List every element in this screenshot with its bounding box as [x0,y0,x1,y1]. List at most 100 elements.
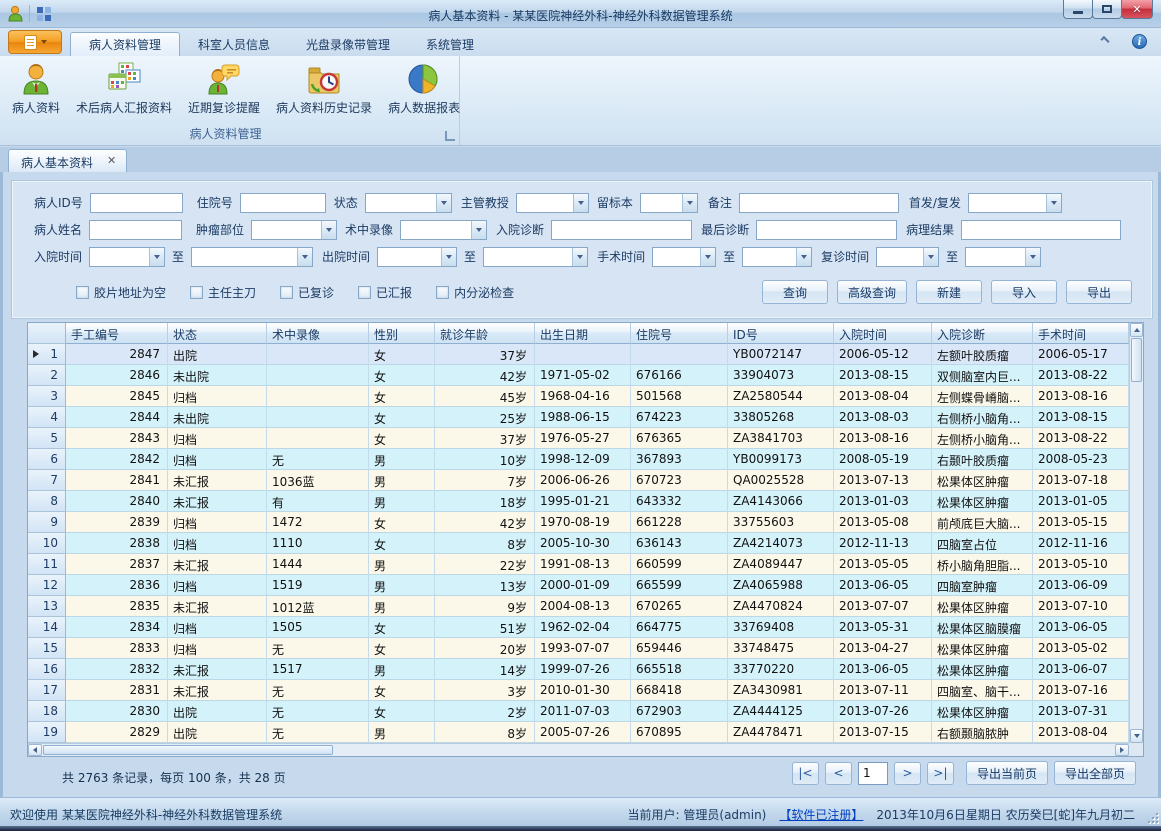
vertical-scrollbar[interactable] [1129,323,1143,743]
about-info-icon[interactable]: i [1132,34,1147,49]
combo-dropdown-button[interactable] [682,194,697,212]
combo-dropdown-button[interactable] [297,248,312,266]
row-header[interactable]: 3 [28,386,66,407]
row-header[interactable]: 15 [28,638,66,659]
combo-dropdown-button[interactable] [796,248,811,266]
ribbon-button-1[interactable]: 病人资料 [4,59,68,119]
row-header[interactable]: 2 [28,365,66,386]
row-header[interactable]: 12 [28,575,66,596]
table-row[interactable]: 172831未汇报无女3岁2010-01-30668418ZA343098120… [28,680,1143,701]
filter-text-input[interactable] [240,193,326,213]
column-header[interactable]: 入院时间 [834,323,932,344]
column-header[interactable]: 出生日期 [535,323,631,344]
combo-dropdown-button[interactable] [436,194,451,212]
license-registered-link[interactable]: 【软件已注册】 [779,806,863,823]
filter-combo[interactable] [89,247,165,267]
combo-dropdown-button[interactable] [441,248,456,266]
column-header[interactable]: ID号 [728,323,834,344]
table-row[interactable]: 42844未出院女25岁1988-06-15674223338052682013… [28,407,1143,428]
ribbon-tab-1[interactable]: 病人资料管理 [70,32,180,56]
export-all-pages-button[interactable]: 导出全部页 [1054,761,1136,785]
query-button[interactable]: 查询 [762,280,828,304]
filter-combo[interactable] [516,193,589,213]
filter-text-input[interactable] [756,220,897,240]
combo-dropdown-button[interactable] [321,221,336,239]
row-header[interactable]: 5 [28,428,66,449]
table-row[interactable]: 192829出院无男8岁2005-07-26670895ZA4478471201… [28,722,1143,743]
table-row[interactable]: 62842归档无男10岁1998-12-09367893YB0099173200… [28,449,1143,470]
filter-text-input[interactable] [551,220,692,240]
resize-grip[interactable] [1146,811,1158,823]
filter-combo[interactable] [652,247,716,267]
page-number-input[interactable] [858,762,888,785]
row-header[interactable]: 6 [28,449,66,470]
filter-combo[interactable] [968,193,1062,213]
table-row[interactable]: 52843归档女37岁1976-05-27676365ZA38417032013… [28,428,1143,449]
row-header[interactable]: 11 [28,554,66,575]
row-header[interactable]: 18 [28,701,66,722]
column-header[interactable]: 性别 [369,323,435,344]
scroll-down-button[interactable] [1130,729,1143,743]
collapse-ribbon-icon[interactable] [1100,36,1109,45]
table-row[interactable]: 142834归档1505女51岁1962-02-0466477533769408… [28,617,1143,638]
checkbox-film-address-empty[interactable] [76,286,89,299]
row-header[interactable]: 1 [28,344,66,365]
checkbox-reported[interactable] [358,286,371,299]
export-current-page-button[interactable]: 导出当前页 [966,761,1048,785]
filter-combo[interactable] [640,193,698,213]
vertical-scroll-thumb[interactable] [1131,338,1142,382]
filter-combo[interactable] [483,247,588,267]
ribbon-button-3[interactable]: 近期复诊提醒 [180,59,268,119]
table-row[interactable]: 82840未汇报有男18岁1995-01-21643332ZA414306620… [28,491,1143,512]
table-row[interactable]: 72841未汇报1036蓝男7岁2006-06-26670723QA002552… [28,470,1143,491]
filter-combo[interactable] [965,247,1041,267]
table-row[interactable]: 152833归档无女20岁1993-07-0765944633748475201… [28,638,1143,659]
row-header[interactable]: 7 [28,470,66,491]
ribbon-button-5[interactable]: 病人数据报表 [380,59,468,119]
column-header[interactable]: 手工编号 [66,323,168,344]
table-row[interactable]: 32845归档女45岁1968-04-16501568ZA25805442013… [28,386,1143,407]
doc-tab-close-icon[interactable]: ✕ [107,154,116,172]
combo-dropdown-button[interactable] [700,248,715,266]
filter-combo[interactable] [377,247,457,267]
combo-dropdown-button[interactable] [572,248,587,266]
first-page-button[interactable]: |< [792,762,819,785]
filter-text-input[interactable] [961,220,1121,240]
table-row[interactable]: 162832未汇报1517男14岁1999-07-266655183377022… [28,659,1143,680]
row-header[interactable]: 10 [28,533,66,554]
combo-dropdown-button[interactable] [573,194,588,212]
row-header[interactable]: 16 [28,659,66,680]
minimize-button[interactable] [1063,0,1093,19]
combo-dropdown-button[interactable] [923,248,938,266]
scroll-up-button[interactable] [1130,323,1143,337]
checkbox-endocrine-exam[interactable] [436,286,449,299]
filter-combo[interactable] [876,247,939,267]
row-header[interactable]: 19 [28,722,66,743]
combo-dropdown-button[interactable] [1025,248,1040,266]
tab-patient-basic-info[interactable]: 病人基本资料 ✕ [8,149,127,172]
row-header[interactable]: 13 [28,596,66,617]
table-row[interactable]: 12847出院女37岁YB00721472006-05-12左额叶胶质瘤2006… [28,344,1143,365]
filter-combo[interactable] [251,220,337,240]
column-header[interactable]: 手术时间 [1033,323,1129,344]
last-page-button[interactable]: >| [927,762,954,785]
new-button[interactable]: 新建 [916,280,982,304]
next-page-button[interactable]: > [894,762,921,785]
combo-dropdown-button[interactable] [471,221,486,239]
filter-text-input[interactable] [739,193,899,213]
export-button[interactable]: 导出 [1066,280,1132,304]
filter-text-input[interactable] [90,193,183,213]
combo-dropdown-button[interactable] [149,248,164,266]
horizontal-scroll-thumb[interactable] [43,745,333,755]
ribbon-button-4[interactable]: 病人资料历史记录 [268,59,380,119]
filter-combo[interactable] [191,247,313,267]
column-header[interactable]: 就诊年龄 [435,323,535,344]
row-header[interactable]: 4 [28,407,66,428]
scroll-right-button[interactable] [1115,744,1129,756]
scroll-left-button[interactable] [28,744,42,756]
import-button[interactable]: 导入 [991,280,1057,304]
row-header[interactable]: 14 [28,617,66,638]
table-row[interactable]: 112837未汇报1444男22岁1991-08-13660599ZA40894… [28,554,1143,575]
filter-combo[interactable] [742,247,812,267]
table-row[interactable]: 92839归档1472女42岁1970-08-19661228337556032… [28,512,1143,533]
